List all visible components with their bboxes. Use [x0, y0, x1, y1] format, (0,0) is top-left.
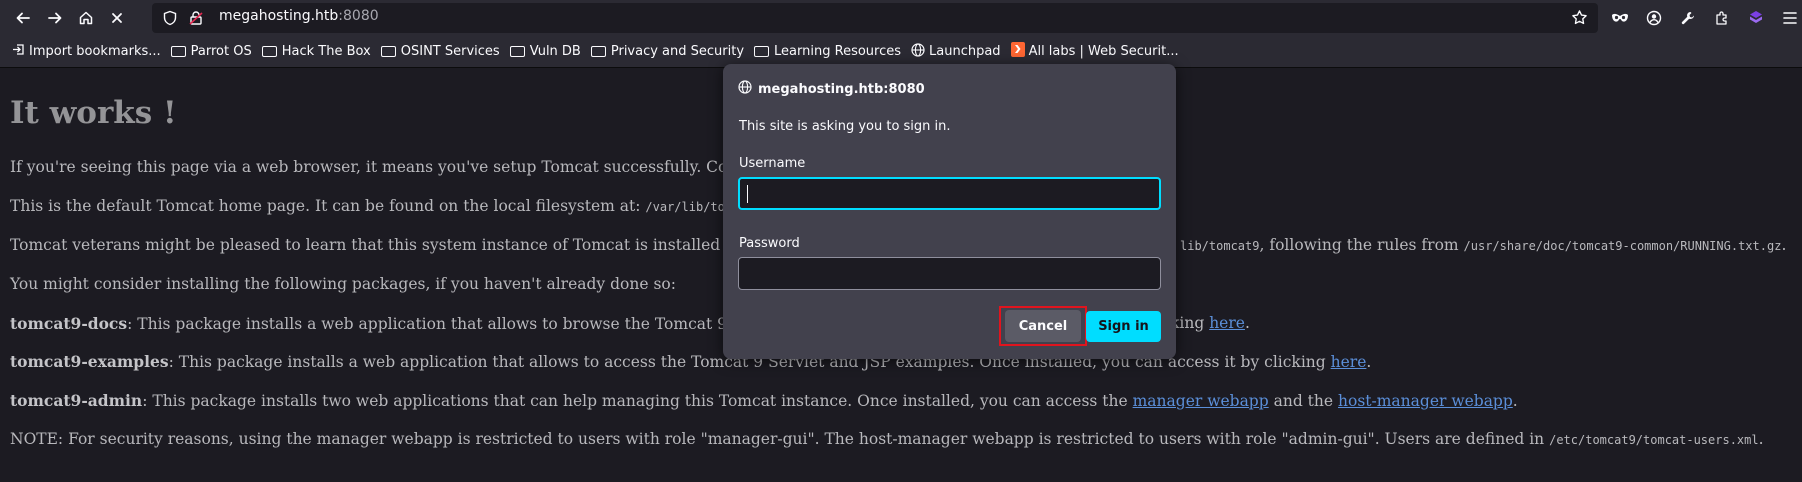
bookmark-label: Vuln DB: [529, 44, 581, 59]
dialog-message: This site is asking you to sign in.: [739, 119, 951, 134]
admin-package-name: tomcat9-admin: [10, 391, 143, 410]
password-field[interactable]: [738, 257, 1161, 290]
admin-period: .: [1512, 392, 1518, 410]
default-page-text: This is the default Tomcat home page. It…: [10, 197, 641, 215]
bookmark-vuln-db[interactable]: Vuln DB: [509, 44, 581, 59]
back-icon[interactable]: [8, 3, 38, 33]
account-icon[interactable]: [1637, 3, 1671, 33]
import-icon: [12, 43, 25, 60]
page-heading: It works !: [10, 95, 177, 131]
consider-text: You might consider installing the follow…: [10, 275, 676, 293]
menu-icon[interactable]: [1773, 3, 1802, 33]
manager-webapp-link[interactable]: manager webapp: [1133, 392, 1269, 410]
stop-icon[interactable]: [102, 3, 132, 33]
docs-here-link[interactable]: here: [1209, 314, 1245, 332]
docs-package-name: tomcat9-docs: [10, 314, 128, 333]
bookmark-launchpad[interactable]: Launchpad: [911, 42, 1001, 61]
wrench-icon[interactable]: [1671, 3, 1705, 33]
url-bar[interactable]: megahosting.htb:8080: [152, 3, 1598, 33]
docs-period: .: [1244, 314, 1250, 332]
folder-icon: [590, 46, 606, 57]
tomcat-users-path: /etc/tomcat9/tomcat-users.xml: [1549, 433, 1759, 447]
folder-icon: [509, 46, 525, 57]
bookmark-learning-resources[interactable]: Learning Resources: [754, 44, 901, 59]
tomcat-lib-path: lib/tomcat9: [1180, 239, 1260, 253]
shield-icon[interactable]: [162, 10, 178, 30]
paragraph-intro: If you're seeing this page via a web bro…: [10, 158, 755, 176]
cancel-button[interactable]: Cancel: [1005, 310, 1081, 342]
mask-icon[interactable]: [1603, 3, 1637, 33]
lock-icon[interactable]: [188, 10, 204, 30]
paragraph-docs: tomcat9-docs: This package installs a we…: [10, 314, 760, 333]
paragraph-veterans: Tomcat veterans might be pleased to lear…: [10, 236, 760, 254]
admin-and-text: and the: [1273, 392, 1334, 410]
username-label: Username: [739, 156, 806, 171]
intro-text: If you're seeing this page via a web bro…: [10, 158, 755, 176]
bookmark-privacy-security[interactable]: Privacy and Security: [590, 44, 745, 59]
veterans-mid-text: , following the rules from: [1259, 236, 1459, 254]
paragraph-consider: You might consider installing the follow…: [10, 275, 676, 293]
folder-icon: [754, 46, 770, 57]
url-port: :8080: [338, 8, 379, 24]
portswigger-icon: [1010, 42, 1025, 61]
bookmark-label: Parrot OS: [190, 44, 252, 59]
admin-text: : This package installs two web applicat…: [142, 392, 1128, 410]
bookmark-label: Privacy and Security: [610, 44, 745, 59]
url-host: megahosting.htb: [219, 8, 339, 24]
bookmark-label: All labs | Web Securit...: [1028, 44, 1179, 59]
veterans-end: .: [1781, 236, 1787, 254]
globe-icon: [911, 42, 925, 61]
bookmark-label: Hack The Box: [281, 44, 371, 59]
veterans-text: Tomcat veterans might be pleased to lear…: [10, 236, 760, 254]
username-field[interactable]: [738, 177, 1161, 210]
bookmark-label: Launchpad: [929, 44, 1001, 59]
bookmark-label: OSINT Services: [400, 44, 500, 59]
note-text: NOTE: For security reasons, using the ma…: [10, 430, 1545, 448]
paragraph-veterans-tail: lib/tomcat9, following the rules from /u…: [1180, 236, 1786, 254]
paragraph-admin: tomcat9-admin: This package installs two…: [10, 391, 1518, 410]
password-label: Password: [739, 236, 800, 251]
folder-icon: [170, 46, 186, 57]
bookmark-hack-the-box[interactable]: Hack The Box: [261, 44, 371, 59]
auth-dialog: megahosting.htb:8080 This site is asking…: [723, 64, 1176, 359]
examples-period: .: [1366, 353, 1372, 371]
extensions-icon[interactable]: [1705, 3, 1739, 33]
toolbar-right-icons: [1603, 3, 1802, 33]
browser-toolbar: megahosting.htb:8080: [0, 0, 1802, 36]
shield-extension-icon[interactable]: [1739, 3, 1773, 33]
bookmark-parrot-os[interactable]: Parrot OS: [170, 44, 252, 59]
url-text[interactable]: megahosting.htb:8080: [219, 8, 379, 24]
bookmark-import[interactable]: Import bookmarks...: [12, 43, 161, 60]
docs-text: : This package installs a web applicatio…: [127, 315, 760, 333]
examples-package-name: tomcat9-examples: [10, 352, 169, 371]
globe-icon: [738, 80, 752, 98]
paragraph-docs-tail: king here.: [1170, 314, 1250, 332]
bookmark-web-security-labs[interactable]: All labs | Web Securit...: [1010, 42, 1179, 61]
bookmark-label: Learning Resources: [774, 44, 902, 59]
text-caret: [747, 185, 748, 203]
running-txt-path: /usr/share/doc/tomcat9-common/RUNNING.tx…: [1463, 239, 1782, 253]
paragraph-note: NOTE: For security reasons, using the ma…: [10, 430, 1764, 448]
examples-here-link[interactable]: here: [1331, 353, 1367, 371]
home-icon[interactable]: [71, 3, 101, 33]
dialog-title-text: megahosting.htb:8080: [758, 81, 925, 97]
folder-icon: [261, 46, 277, 57]
note-period: .: [1758, 430, 1764, 448]
host-manager-webapp-link[interactable]: host-manager webapp: [1338, 392, 1513, 410]
star-icon[interactable]: [1571, 9, 1588, 30]
dialog-title: megahosting.htb:8080: [738, 80, 925, 98]
bookmark-osint-services[interactable]: OSINT Services: [380, 44, 500, 59]
sign-in-button[interactable]: Sign in: [1086, 311, 1161, 342]
folder-icon: [380, 46, 396, 57]
bookmark-label: Import bookmarks...: [29, 44, 161, 59]
paragraph-default-page: This is the default Tomcat home page. It…: [10, 197, 754, 215]
forward-icon[interactable]: [40, 3, 70, 33]
